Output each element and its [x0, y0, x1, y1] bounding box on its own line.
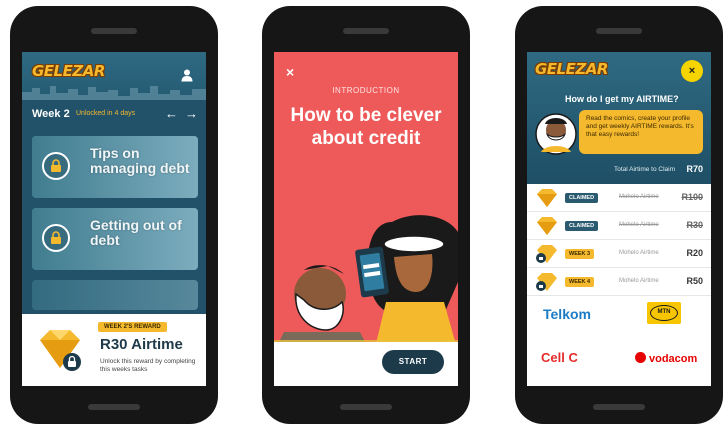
reward-week-tag: WEEK 2'S REWARD — [98, 322, 167, 332]
prev-week-arrow-icon[interactable]: ← — [165, 106, 178, 121]
total-airtime-label: Total Airtime to Claim — [613, 166, 675, 173]
bottom-bar: START — [274, 342, 458, 386]
phone-speaker — [343, 28, 389, 34]
close-icon[interactable]: × — [681, 60, 703, 82]
week-unlock-status: Unlocked in 4 days — [76, 110, 136, 117]
lock-icon — [42, 152, 70, 180]
mascot-avatar — [535, 113, 577, 155]
reward-value: R30 — [686, 220, 703, 230]
reward-value: R50 — [686, 276, 703, 286]
screen-introduction: × INTRODUCTION How to be clever about cr… — [274, 52, 458, 386]
screen-airtime-rewards: GELEZAR × How do I get my AIRTIME? Read … — [527, 52, 711, 386]
reward-name: Mohelo Airtime — [619, 194, 659, 200]
phone-home-bar — [340, 404, 392, 410]
phone-weekly-lessons: GELEZAR Week 2 Unlocked in 4 days ← → Ti… — [10, 6, 218, 424]
locked-gem-icon — [536, 245, 557, 263]
cellc-logo[interactable]: Cell C — [541, 350, 578, 365]
airtime-header: GELEZAR × How do I get my AIRTIME? Read … — [527, 52, 711, 184]
reward-name: Mohelo Airtime — [619, 250, 659, 256]
network-partners: Telkom MTN Cell C vodacom — [527, 296, 711, 386]
lesson-card-title: Tips on managing debt — [90, 145, 190, 176]
intro-title: How to be clever about credit — [274, 104, 458, 150]
reward-title: R30 Airtime — [100, 336, 183, 353]
week-label: Week 2 — [32, 108, 70, 120]
card-illustration — [32, 280, 198, 310]
weekly-reward-panel[interactable]: WEEK 2'S REWARD R30 Airtime Unlock this … — [22, 314, 206, 386]
lesson-card-partial — [32, 280, 198, 310]
start-button[interactable]: START — [382, 350, 444, 374]
week-navigator: Week 2 Unlocked in 4 days ← → — [22, 104, 206, 126]
diamond-gem-icon — [537, 217, 557, 235]
telkom-logo[interactable]: Telkom — [543, 306, 591, 322]
reward-description: Unlock this reward by completing this we… — [100, 358, 196, 373]
phone-introduction: × INTRODUCTION How to be clever about cr… — [262, 6, 470, 424]
vodacom-logo[interactable]: vodacom — [635, 352, 697, 365]
reward-value: R100 — [681, 192, 703, 202]
reward-value: R20 — [686, 248, 703, 258]
locked-gem-icon — [536, 273, 557, 291]
app-showcase: GELEZAR Week 2 Unlocked in 4 days ← → Ti… — [0, 0, 727, 431]
lesson-card-title: Getting out of debt — [90, 217, 182, 248]
vodacom-dot-icon — [635, 352, 646, 363]
gelezar-logo: GELEZAR — [535, 60, 608, 78]
intro-title-line-2: about credit — [311, 128, 421, 149]
reward-row[interactable]: CLAIMED Mohelo Airtime R100 — [527, 184, 711, 212]
phone-home-bar — [88, 404, 140, 410]
phone-speaker — [596, 28, 642, 34]
reward-status-tag: WEEK 4 — [565, 277, 595, 287]
lesson-card-tips-on-managing-debt[interactable]: Tips on managing debt — [32, 136, 198, 198]
phone-speaker — [91, 28, 137, 34]
phone-airtime-rewards: GELEZAR × How do I get my AIRTIME? Read … — [515, 6, 723, 424]
reward-status-tag: CLAIMED — [565, 193, 599, 203]
reward-status-tag: CLAIMED — [565, 221, 599, 231]
reward-row[interactable]: WEEK 3 Mohelo Airtime R20 — [527, 240, 711, 268]
top-bar: GELEZAR — [22, 52, 206, 100]
intro-title-line-1: How to be clever — [290, 105, 442, 126]
reward-row[interactable]: WEEK 4 Mohelo Airtime R50 — [527, 268, 711, 296]
mtn-logo-text: MTN — [650, 305, 678, 321]
reward-row[interactable]: CLAIMED Mohelo Airtime R30 — [527, 212, 711, 240]
vodacom-logo-text: vodacom — [649, 353, 698, 365]
comic-illustration — [274, 215, 458, 352]
diamond-gem-icon — [40, 330, 81, 371]
gelezar-logo: GELEZAR — [32, 62, 105, 80]
close-icon[interactable]: × — [286, 64, 294, 80]
reward-name: Mohelo Airtime — [619, 278, 659, 284]
intro-label: INTRODUCTION — [332, 86, 400, 95]
screen-weekly-lessons: GELEZAR Week 2 Unlocked in 4 days ← → Ti… — [22, 52, 206, 386]
reward-name: Mohelo Airtime — [619, 222, 659, 228]
phone-home-bar — [593, 404, 645, 410]
lesson-card-getting-out-of-debt[interactable]: Getting out of debt — [32, 208, 198, 270]
mtn-logo[interactable]: MTN — [647, 302, 681, 324]
speech-bubble: Read the comics, create your profile and… — [579, 110, 703, 154]
total-airtime-value: R70 — [686, 164, 703, 174]
faq-title: How do I get my AIRTIME? — [565, 94, 679, 104]
lock-icon — [42, 224, 70, 252]
reward-status-tag: WEEK 3 — [565, 249, 595, 259]
diamond-gem-icon — [537, 189, 557, 207]
user-icon[interactable] — [180, 68, 194, 82]
skyline-decoration — [22, 86, 206, 100]
next-week-arrow-icon[interactable]: → — [185, 106, 198, 121]
